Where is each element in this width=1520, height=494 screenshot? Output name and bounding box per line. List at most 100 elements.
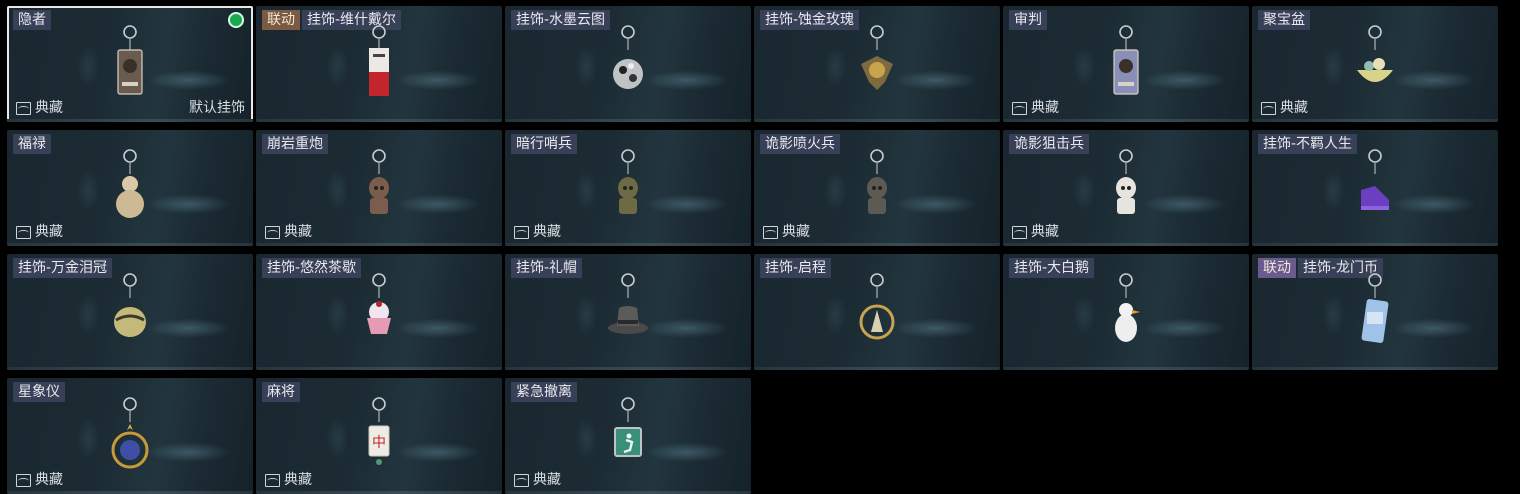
charm-tag-row: 诡影喷火兵 <box>760 134 840 154</box>
top-hat-charm-icon <box>598 268 658 366</box>
charm-tag-row: 审判 <box>1009 10 1047 30</box>
collection-badge: 典藏 <box>16 224 63 240</box>
collection-label: 典藏 <box>1031 224 1059 240</box>
charm-name: 挂饰-水墨云图 <box>511 10 611 30</box>
collection-icon <box>1261 101 1276 115</box>
charm-card[interactable]: 挂饰-大白鹅 <box>1003 254 1249 370</box>
charm-name: 诡影狙击兵 <box>1009 134 1089 154</box>
collection-label: 典藏 <box>1280 100 1308 116</box>
collection-icon <box>16 473 31 487</box>
collection-label: 典藏 <box>1031 100 1059 116</box>
collab-badge: 联动 <box>1258 258 1296 278</box>
collection-badge: 典藏 <box>763 224 810 240</box>
collection-icon <box>514 225 529 239</box>
charm-tag-row: 挂饰-水墨云图 <box>511 10 611 30</box>
charm-card[interactable]: 挂饰-水墨云图 <box>505 6 751 122</box>
collection-badge: 典藏 <box>265 224 312 240</box>
collection-icon <box>763 225 778 239</box>
charm-name: 麻将 <box>262 382 300 402</box>
collection-icon <box>265 473 280 487</box>
collection-badge: 典藏 <box>1012 100 1059 116</box>
tarot-card-charm-icon <box>100 20 160 118</box>
treasure-bowl-charm-icon <box>1345 20 1405 118</box>
disco-ball-charm-icon <box>598 20 658 118</box>
default-charm-label: 默认挂饰 <box>189 100 245 116</box>
cupcake-charm-icon <box>349 268 409 366</box>
charm-card[interactable]: 诡影喷火兵典藏 <box>754 130 1000 246</box>
charm-name: 隐者 <box>13 10 51 30</box>
collection-badge: 典藏 <box>16 100 63 116</box>
charm-card[interactable]: 挂饰-启程 <box>754 254 1000 370</box>
collection-icon <box>1012 101 1027 115</box>
charm-tag-row: 挂饰-悠然茶歇 <box>262 258 362 278</box>
charm-card[interactable]: 挂饰-蚀金玫瑰 <box>754 6 1000 122</box>
collection-badge: 典藏 <box>1012 224 1059 240</box>
collab-badge: 联动 <box>262 10 300 30</box>
charm-tag-row: 紧急撤离 <box>511 382 577 402</box>
collection-icon <box>16 225 31 239</box>
charm-card[interactable]: 星象仪典藏 <box>7 378 253 494</box>
charm-tag-row: 星象仪 <box>13 382 65 402</box>
charm-name: 崩岩重炮 <box>262 134 328 154</box>
charm-card[interactable]: 联动 挂饰-维什戴尔 <box>256 6 502 122</box>
orrery-charm-icon <box>100 392 160 490</box>
charm-tag-row: 挂饰-万金泪冠 <box>13 258 113 278</box>
collection-badge: 典藏 <box>16 472 63 488</box>
charm-tag-row: 诡影狙击兵 <box>1009 134 1089 154</box>
charm-name: 暗行哨兵 <box>511 134 577 154</box>
heavy-gunner-charm-icon <box>349 144 409 242</box>
charm-name: 挂饰-万金泪冠 <box>13 258 113 278</box>
charm-card[interactable]: 聚宝盆典藏 <box>1252 6 1498 122</box>
charm-name: 挂饰-不羁人生 <box>1258 134 1358 154</box>
golden-rose-charm-icon <box>847 20 907 118</box>
collection-badge: 典藏 <box>1261 100 1308 116</box>
charm-card[interactable]: 诡影狙击兵典藏 <box>1003 130 1249 246</box>
charm-tag-row: 挂饰-大白鹅 <box>1009 258 1095 278</box>
charm-grid: 隐者 典藏 默认挂饰 联动 挂饰-维什戴尔 挂饰-水墨云图 挂饰-蚀金玫瑰 审判 典藏 聚宝… <box>7 6 1498 494</box>
charm-card[interactable]: 挂饰-悠然茶歇 <box>256 254 502 370</box>
charm-card[interactable]: 暗行哨兵 典藏 <box>505 130 751 246</box>
gourd-charm-icon <box>100 144 160 242</box>
collection-label: 典藏 <box>35 100 63 116</box>
charm-card[interactable]: 崩岩重炮 典藏 <box>256 130 502 246</box>
charm-name: 诡影喷火兵 <box>760 134 840 154</box>
charm-card[interactable]: 隐者 典藏 默认挂饰 <box>7 6 253 122</box>
charm-name: 聚宝盆 <box>1258 10 1310 30</box>
collection-label: 典藏 <box>782 224 810 240</box>
charm-name: 挂饰-礼帽 <box>511 258 583 278</box>
collection-badge: 典藏 <box>514 472 561 488</box>
charm-tag-row: 福禄 <box>13 134 51 154</box>
sentinel-charm-icon <box>598 144 658 242</box>
charm-card[interactable]: 挂饰-礼帽 <box>505 254 751 370</box>
charm-card[interactable]: 审判 典藏 <box>1003 6 1249 122</box>
collection-label: 典藏 <box>35 472 63 488</box>
charm-name: 福禄 <box>13 134 51 154</box>
collection-icon <box>1012 225 1027 239</box>
collection-label: 典藏 <box>533 472 561 488</box>
sniper-charm-icon <box>1096 144 1156 242</box>
charm-tag-row: 挂饰-礼帽 <box>511 258 583 278</box>
charm-card[interactable]: 福禄 典藏 <box>7 130 253 246</box>
sneaker-charm-icon <box>1345 144 1405 242</box>
collection-icon <box>265 225 280 239</box>
equipped-indicator-icon <box>228 12 244 28</box>
charm-tag-row: 麻将 <box>262 382 300 402</box>
goose-charm-icon <box>1096 268 1156 366</box>
flamethrower-charm-icon <box>847 144 907 242</box>
exit-sign-charm-icon <box>598 392 658 490</box>
charm-name: 挂饰-蚀金玫瑰 <box>760 10 860 30</box>
collection-label: 典藏 <box>284 472 312 488</box>
charm-card[interactable]: 紧急撤离 典藏 <box>505 378 751 494</box>
collection-label: 典藏 <box>533 224 561 240</box>
collection-badge: 典藏 <box>265 472 312 488</box>
charm-name: 挂饰-大白鹅 <box>1009 258 1095 278</box>
charm-name: 挂饰-悠然茶歇 <box>262 258 362 278</box>
charm-name: 挂饰-启程 <box>760 258 832 278</box>
collection-label: 典藏 <box>284 224 312 240</box>
coin-card-charm-icon <box>1345 268 1405 366</box>
charm-card[interactable]: 挂饰-万金泪冠 <box>7 254 253 370</box>
charm-card[interactable]: 麻将中典藏 <box>256 378 502 494</box>
charm-card[interactable]: 联动 挂饰-龙门币 <box>1252 254 1498 370</box>
charm-card[interactable]: 挂饰-不羁人生 <box>1252 130 1498 246</box>
charm-tag-row: 崩岩重炮 <box>262 134 328 154</box>
